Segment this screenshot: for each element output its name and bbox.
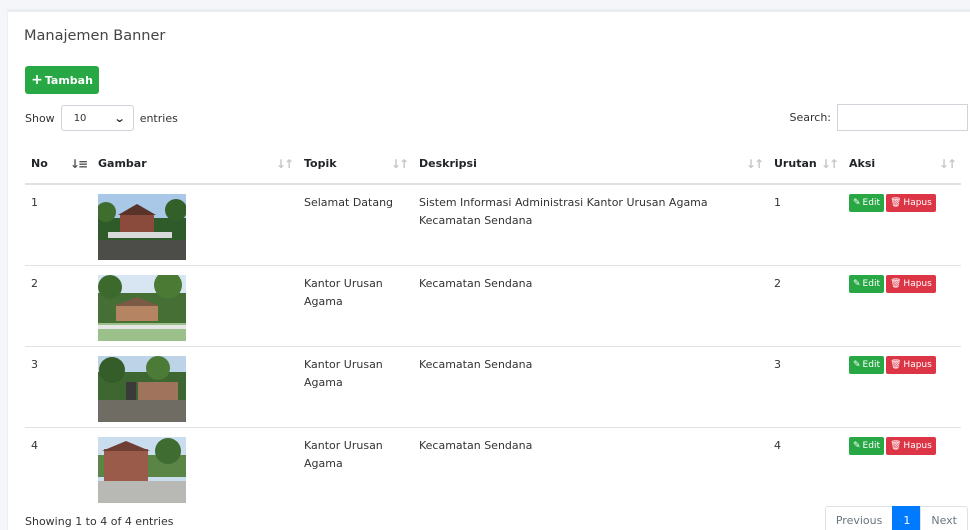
search-input[interactable] <box>837 104 968 131</box>
length-control: Show 10 ⌄ entries <box>25 105 178 131</box>
edit-button[interactable]: ✎ Edit <box>849 436 884 455</box>
trash-icon: 🗑 <box>889 440 902 451</box>
cell-aksi: ✎ Edit 🗑 Hapus <box>843 264 961 346</box>
search-control: Search: <box>789 104 968 131</box>
show-label: Show <box>25 111 55 125</box>
banner-thumbnail[interactable] <box>98 194 186 260</box>
sort-icon: ↓↑ <box>275 157 294 171</box>
column-header-gambar[interactable]: Gambar ↓↑ <box>92 144 298 185</box>
delete-button[interactable]: 🗑 Hapus <box>885 436 936 455</box>
cell-no: 2 <box>25 264 92 346</box>
edit-icon: ✎ <box>853 198 861 208</box>
delete-button[interactable]: 🗑 Hapus <box>885 355 936 374</box>
banner-thumbnail[interactable] <box>98 355 186 422</box>
trash-icon: 🗑 <box>889 198 902 208</box>
table-info: Showing 1 to 4 of 4 entries <box>25 515 174 528</box>
column-header-topik[interactable]: Topik ↓↑ <box>298 144 413 185</box>
cell-deskripsi: Sistem Informasi Administrasi Kantor Uru… <box>413 183 768 265</box>
cell-no: 1 <box>25 183 92 265</box>
sort-icon: ↓↑ <box>745 157 764 171</box>
cell-no: 4 <box>25 426 92 508</box>
table-row: 2 Kantor Urusan Agama Kecamatan Sendana <box>25 264 961 346</box>
cell-topik: Kantor Urusan Agama <box>298 426 413 508</box>
edit-icon: ✎ <box>853 440 861 451</box>
sort-icon: ↓↑ <box>390 157 409 171</box>
cell-no: 3 <box>25 345 92 427</box>
cell-topik: Kantor Urusan Agama <box>298 264 413 346</box>
cell-deskripsi: Kecamatan Sendana <box>413 264 768 346</box>
add-button[interactable]: + Tambah <box>25 66 99 94</box>
cell-deskripsi: Kecamatan Sendana <box>413 426 768 508</box>
column-header-aksi[interactable]: Aksi ↓↑ <box>843 144 961 185</box>
column-header-urutan[interactable]: Urutan ↓↑ <box>768 144 843 185</box>
cell-topik: Selamat Datang <box>298 183 413 265</box>
banner-thumbnail[interactable] <box>98 436 186 503</box>
next-page-button[interactable]: Next <box>920 506 968 530</box>
cell-urutan: 1 <box>768 183 843 265</box>
plus-icon: + <box>31 72 43 88</box>
cell-urutan: 2 <box>768 264 843 346</box>
cell-gambar <box>92 264 298 346</box>
edit-button[interactable]: ✎ Edit <box>849 355 884 374</box>
edit-button[interactable]: ✎ Edit <box>849 194 884 212</box>
cell-urutan: 3 <box>768 345 843 427</box>
chevron-down-icon: ⌄ <box>114 111 127 125</box>
banner-card: Manajemen Banner + Tambah Show 10 ⌄ entr… <box>8 10 970 530</box>
page-title: Manajemen Banner <box>24 28 166 44</box>
add-button-label: Tambah <box>44 73 93 87</box>
sort-icon: ↓↑ <box>820 157 839 171</box>
pagination: Previous 1 Next <box>824 506 968 530</box>
edit-icon: ✎ <box>853 278 861 289</box>
trash-icon: 🗑 <box>889 359 902 370</box>
sort-asc-icon: ↓≡ <box>69 157 88 171</box>
cell-gambar <box>92 183 298 265</box>
cell-aksi: ✎ Edit 🗑 Hapus <box>843 183 961 265</box>
page-button-1[interactable]: 1 <box>892 506 922 530</box>
banner-thumbnail[interactable] <box>98 274 186 341</box>
cell-urutan: 4 <box>768 426 843 508</box>
table-header-row: No ↓≡ Gambar ↓↑ Topik ↓↑ Deskripsi ↓↑ Urutan… <box>25 144 961 185</box>
delete-button[interactable]: 🗑 Hapus <box>885 194 936 212</box>
entries-label: entries <box>139 111 178 125</box>
table-row: 4 Kantor Urusan Agama Kecamatan Sendana … <box>25 426 961 508</box>
cell-topik: Kantor Urusan Agama <box>298 345 413 427</box>
edit-button[interactable]: ✎ Edit <box>849 274 884 293</box>
trash-icon: 🗑 <box>889 278 902 289</box>
delete-button[interactable]: 🗑 Hapus <box>885 274 936 293</box>
cell-gambar <box>92 426 298 508</box>
sort-icon: ↓↑ <box>938 157 957 171</box>
search-label: Search: <box>789 111 832 124</box>
entries-select-value: 10 <box>73 112 87 124</box>
banner-table: No ↓≡ Gambar ↓↑ Topik ↓↑ Deskripsi ↓↑ Urutan… <box>25 144 961 508</box>
cell-gambar <box>92 345 298 427</box>
previous-page-button[interactable]: Previous <box>824 506 894 530</box>
cell-aksi: ✎ Edit 🗑 Hapus <box>843 426 961 508</box>
edit-icon: ✎ <box>853 359 861 370</box>
column-header-deskripsi[interactable]: Deskripsi ↓↑ <box>413 144 768 185</box>
entries-select[interactable]: 10 ⌄ <box>60 105 134 131</box>
column-header-no[interactable]: No ↓≡ <box>25 144 92 185</box>
cell-deskripsi: Kecamatan Sendana <box>413 345 768 427</box>
table-row: 1 Selamat Datang Sistem Informasi Admini <box>25 183 961 265</box>
cell-aksi: ✎ Edit 🗑 Hapus <box>843 345 961 427</box>
table-row: 3 Kantor Urusan Agama Kecamatan Sendana … <box>25 345 961 427</box>
